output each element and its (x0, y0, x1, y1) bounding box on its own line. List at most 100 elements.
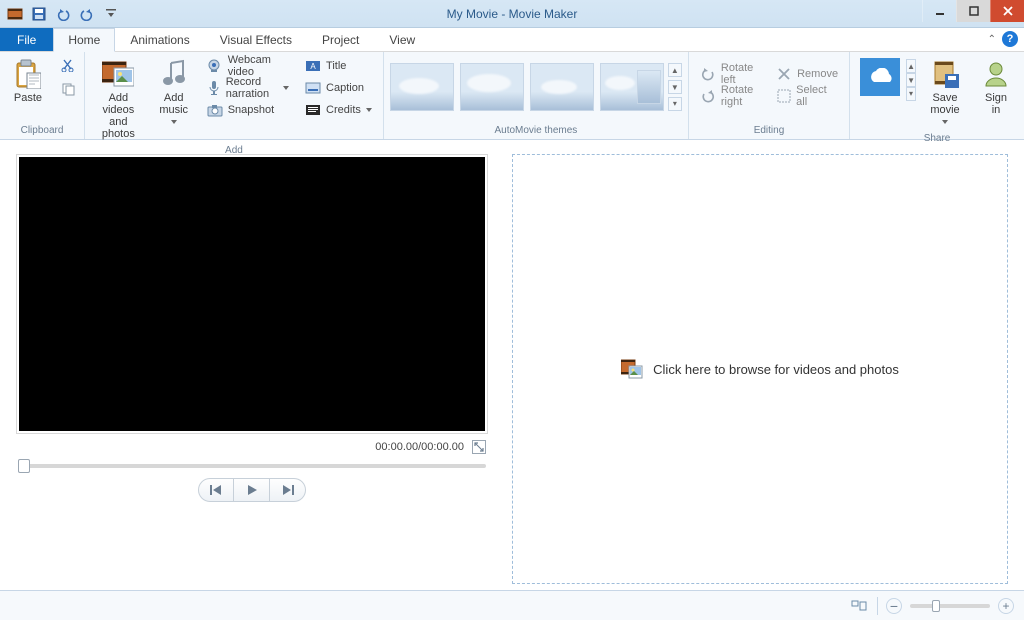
zoom-slider[interactable] (910, 604, 990, 608)
microphone-icon (207, 80, 221, 96)
preview-video (19, 157, 485, 431)
content-area: 00:00.00/00:00.00 Click here to browse f… (0, 140, 1024, 590)
paste-label: Paste (14, 92, 42, 104)
gallery-scroll: ▲ ▼ ▾ (668, 63, 682, 111)
quick-access-toolbar (0, 0, 122, 27)
theme-thumb-3[interactable] (530, 63, 594, 111)
remove-icon (776, 66, 792, 82)
music-note-icon (158, 58, 190, 90)
save-movie-icon (929, 58, 961, 90)
ribbon-tabs: File Home Animations Visual Effects Proj… (0, 28, 1024, 52)
remove-button[interactable]: Remove (771, 63, 843, 85)
snapshot-label: Snapshot (228, 104, 274, 116)
save-movie-label: Save movie (927, 92, 963, 128)
next-frame-button[interactable] (270, 478, 306, 502)
statusbar-separator (877, 597, 878, 615)
gallery-down[interactable]: ▼ (668, 80, 682, 94)
add-mini-col-1: Webcam video Record narration Snapshot (202, 55, 294, 121)
share-up[interactable]: ▲ (906, 59, 916, 73)
paste-button[interactable]: Paste (6, 55, 50, 107)
webcam-video-button[interactable]: Webcam video (202, 55, 294, 77)
caption-button[interactable]: Caption (300, 77, 377, 99)
storyboard-placeholder-text: Click here to browse for videos and phot… (653, 362, 899, 377)
preview-pane: 00:00.00/00:00.00 (16, 154, 488, 584)
snapshot-button[interactable]: Snapshot (202, 99, 294, 121)
dropdown-icon (283, 86, 289, 90)
share-gallery-scroll: ▲ ▼ ▾ (906, 59, 916, 99)
group-editing: Rotate left Rotate right Remove Select a… (689, 52, 850, 139)
tab-animations[interactable]: Animations (115, 28, 204, 51)
ribbon-collapse-button[interactable]: ⌃ (988, 34, 996, 45)
record-narration-button[interactable]: Record narration (202, 77, 294, 99)
group-automovie-label: AutoMovie themes (390, 123, 682, 139)
minimize-button[interactable] (922, 0, 956, 22)
rotate-left-button[interactable]: Rotate left (695, 63, 761, 85)
theme-gallery: ▲ ▼ ▾ (390, 57, 682, 111)
sign-in-button[interactable]: Sign in (974, 55, 1018, 119)
remove-label: Remove (797, 68, 838, 80)
rotate-right-button[interactable]: Rotate right (695, 85, 761, 107)
credits-button[interactable]: Credits (300, 99, 377, 121)
theme-thumb-4[interactable] (600, 63, 664, 111)
qat-undo-button[interactable] (52, 4, 74, 24)
seek-thumb[interactable] (18, 459, 30, 473)
skydrive-button[interactable] (856, 55, 904, 101)
copy-button[interactable] (58, 79, 78, 99)
storyboard-dropzone[interactable]: Click here to browse for videos and phot… (512, 154, 1008, 584)
add-music-button[interactable]: Add music (152, 55, 196, 131)
qat-save-button[interactable] (28, 4, 50, 24)
tab-file[interactable]: File (0, 28, 53, 51)
title-button[interactable]: A Title (300, 55, 377, 77)
select-all-icon (776, 88, 791, 104)
qat-redo-button[interactable] (76, 4, 98, 24)
rotate-right-label: Rotate right (721, 84, 756, 108)
cut-button[interactable] (58, 55, 78, 75)
clipboard-icon (12, 58, 44, 90)
tab-project[interactable]: Project (307, 28, 374, 51)
cloud-icon (860, 58, 900, 96)
help-button[interactable]: ? (1002, 31, 1018, 47)
group-automovie: ▲ ▼ ▾ AutoMovie themes (384, 52, 689, 139)
maximize-button[interactable] (956, 0, 990, 22)
tab-view[interactable]: View (374, 28, 430, 51)
gallery-up[interactable]: ▲ (668, 63, 682, 77)
webcam-icon (207, 58, 223, 74)
theme-thumb-1[interactable] (390, 63, 454, 111)
select-all-button[interactable]: Select all (771, 85, 843, 107)
group-share-label: Share (856, 131, 1018, 147)
thumbnail-size-button[interactable] (849, 596, 869, 616)
qat-customize-button[interactable] (100, 4, 122, 24)
zoom-in-button[interactable]: + (998, 598, 1014, 614)
zoom-thumb[interactable] (932, 600, 940, 612)
narration-label: Record narration (226, 76, 278, 100)
user-icon (980, 58, 1012, 90)
play-button[interactable] (234, 478, 270, 502)
share-more[interactable]: ▾ (906, 87, 916, 101)
group-editing-label: Editing (695, 123, 843, 139)
close-button[interactable] (990, 0, 1024, 22)
group-add: Add videos and photos Add music Webcam v… (85, 52, 384, 139)
film-photo-icon (102, 58, 134, 90)
group-clipboard: Paste Clipboard (0, 52, 85, 139)
seek-slider[interactable] (18, 464, 486, 468)
caption-label: Caption (326, 82, 364, 94)
clipboard-side (58, 55, 78, 99)
prev-frame-button[interactable] (198, 478, 234, 502)
add-videos-photos-button[interactable]: Add videos and photos (91, 55, 146, 143)
fullscreen-button[interactable] (472, 440, 486, 454)
rotate-left-icon (700, 66, 716, 82)
app-icon[interactable] (4, 4, 26, 24)
gallery-more[interactable]: ▾ (668, 97, 682, 111)
timecode: 00:00.00/00:00.00 (375, 441, 464, 453)
save-movie-button[interactable]: Save movie (922, 55, 968, 131)
sign-in-label: Sign in (985, 92, 1007, 116)
tab-home[interactable]: Home (53, 28, 115, 52)
group-clipboard-label: Clipboard (6, 123, 78, 139)
theme-thumb-2[interactable] (460, 63, 524, 111)
tab-visual-effects[interactable]: Visual Effects (205, 28, 307, 51)
rotate-left-label: Rotate left (721, 62, 756, 86)
share-down[interactable]: ▼ (906, 73, 916, 87)
window-title: My Movie - Movie Maker (0, 7, 1024, 21)
credits-label: Credits (326, 104, 361, 116)
zoom-out-button[interactable]: − (886, 598, 902, 614)
